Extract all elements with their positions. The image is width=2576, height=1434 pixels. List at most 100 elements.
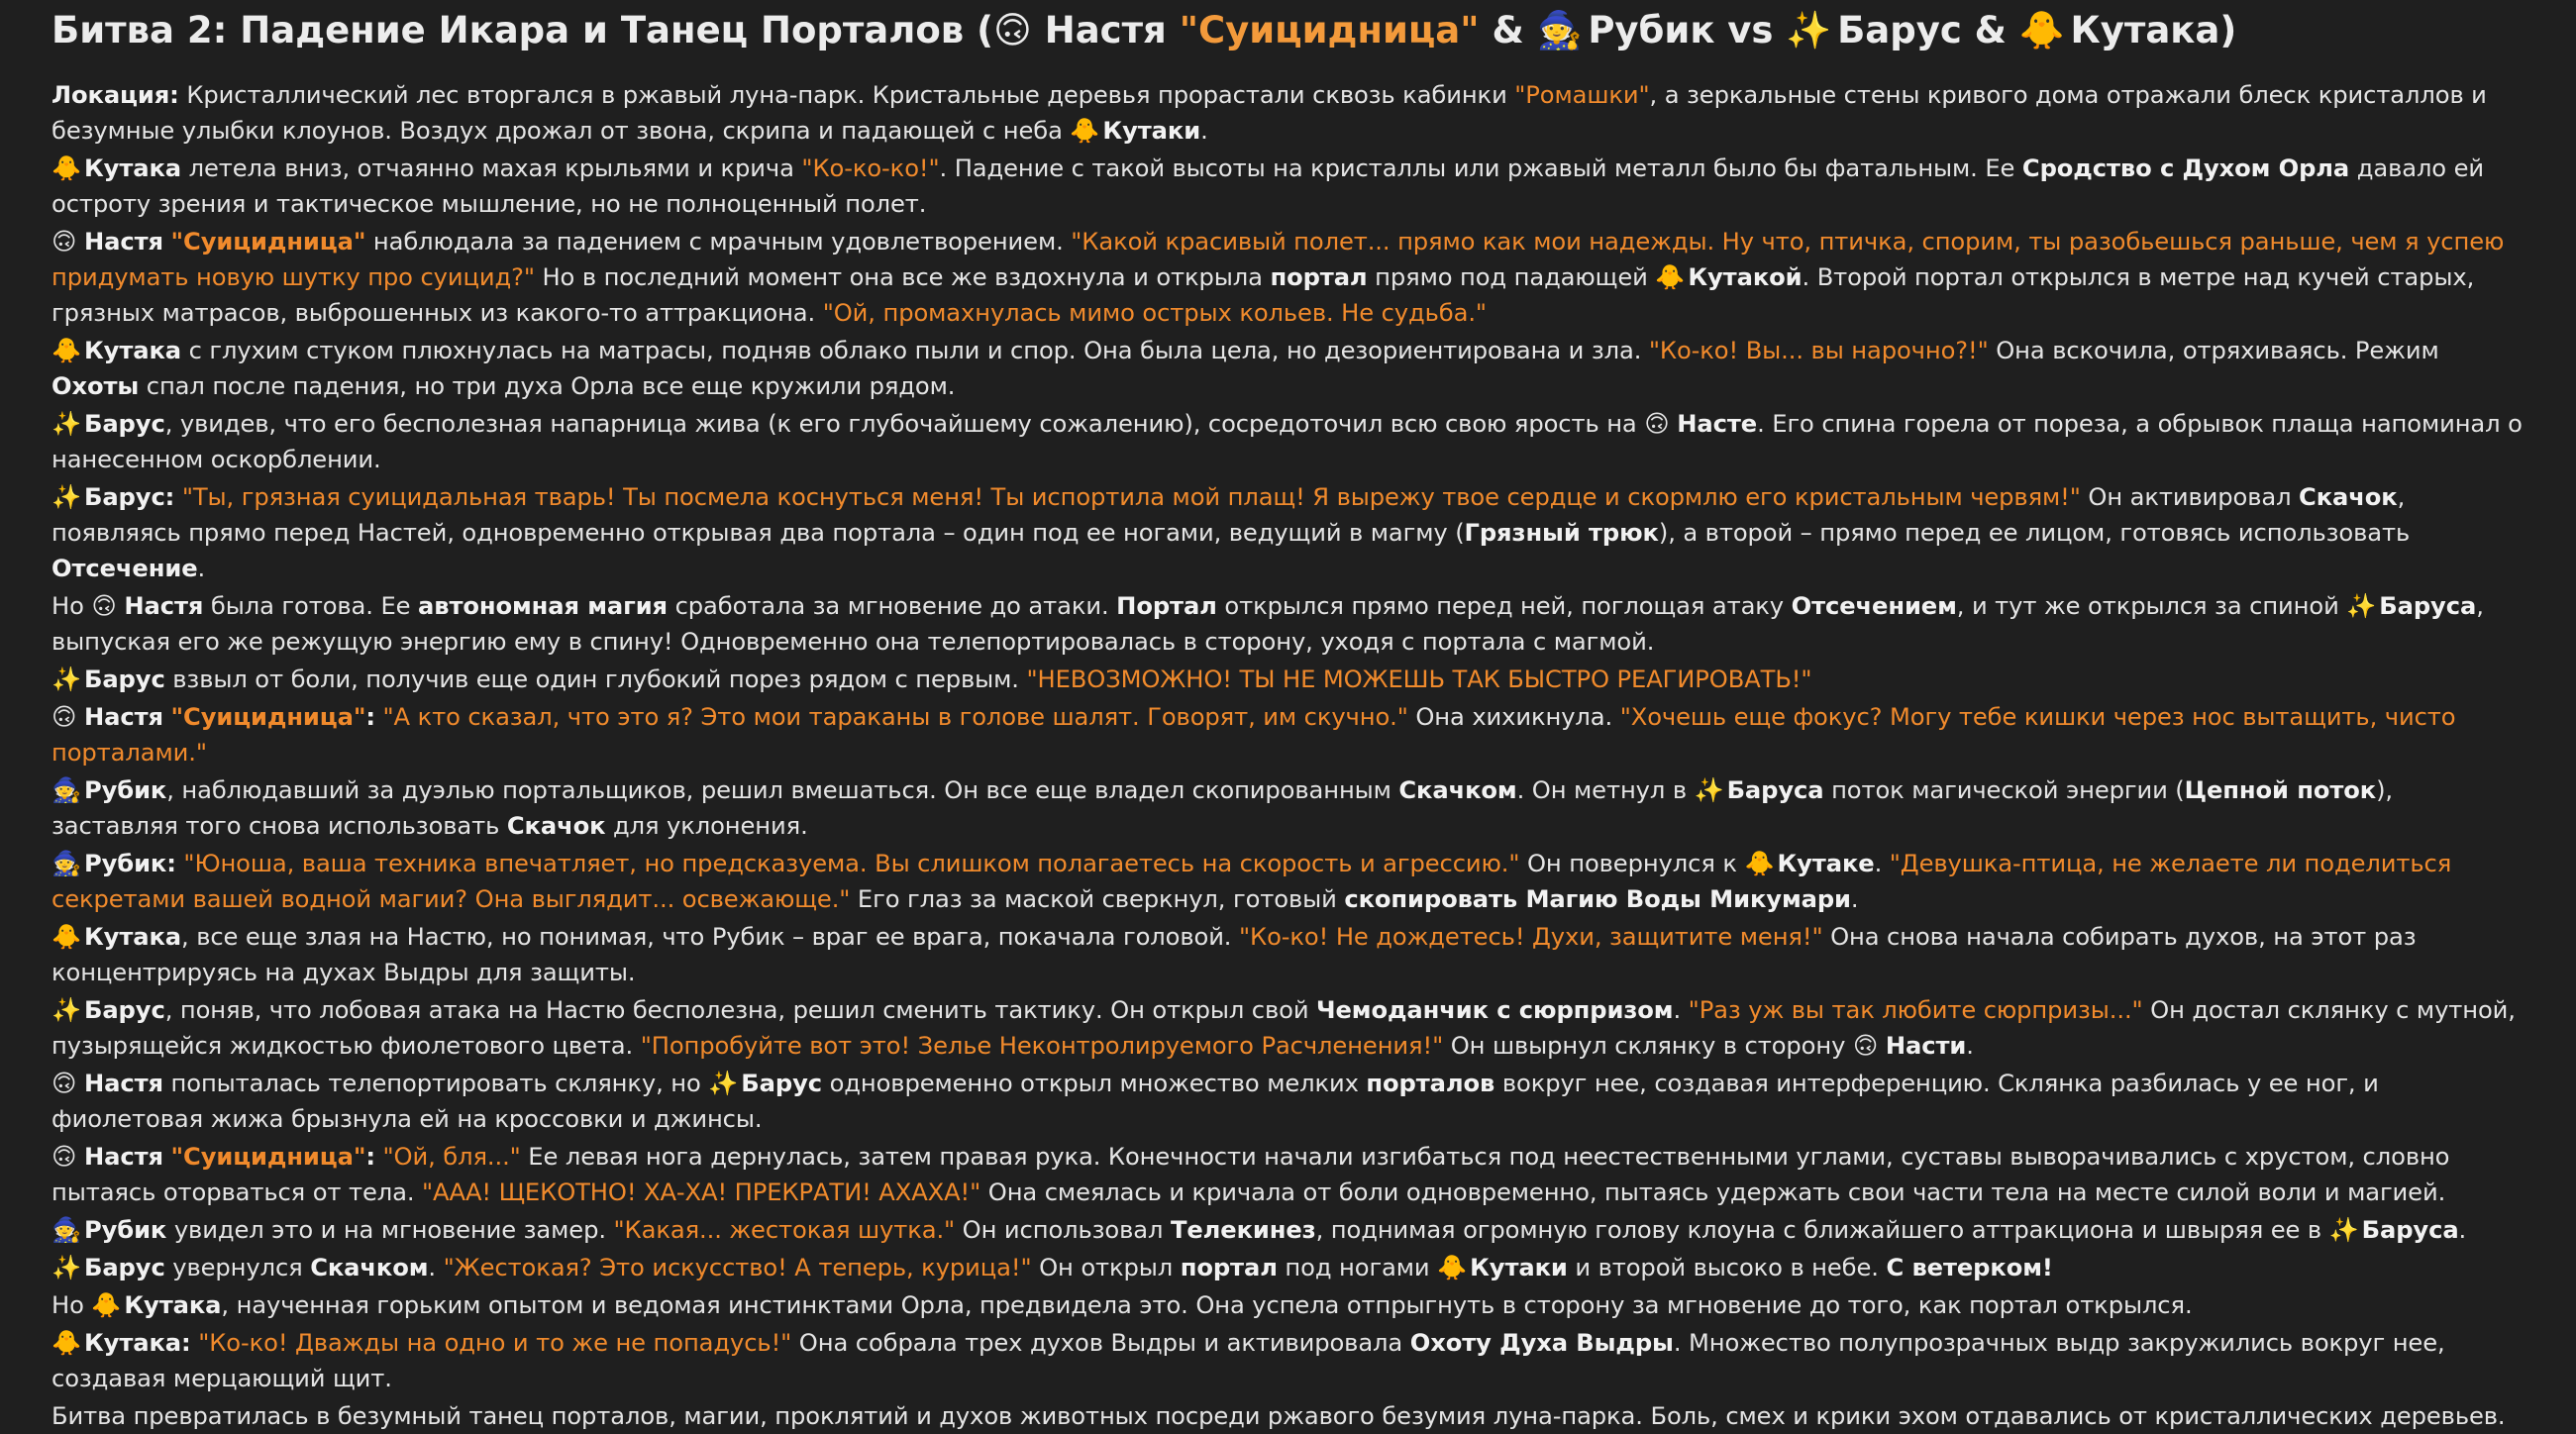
text-run: ), а второй – прямо перед ее лицом, гото…: [1658, 519, 2411, 547]
bold-term: С ветерком!: [1886, 1254, 2053, 1281]
bold-term: Барус: [741, 1070, 822, 1097]
dialogue-quote: "Ко-ко! Дважды на одно и то же не попаду…: [198, 1329, 792, 1357]
text-run: , увидев, что его бесполезная напарница …: [164, 410, 1645, 438]
text-run: летела вниз, отчаянно махая крыльями и к…: [181, 154, 802, 182]
sparkles-icon: ✨: [52, 410, 82, 438]
text-run: .: [1673, 996, 1689, 1024]
text-run: Барус &: [1824, 9, 2019, 51]
dialogue-quote: "Юноша, ваша техника впечатляет, но пред…: [183, 850, 1520, 877]
text-run: Но: [52, 1291, 92, 1319]
text-run: [76, 703, 84, 731]
text-run: , поднимая огромную голову клоуна с ближ…: [1315, 1216, 2329, 1244]
dialogue-quote: "Ой, промахнулась мимо острых кольев. Не…: [822, 299, 1487, 327]
bold-term: Барус: [84, 1254, 165, 1281]
bold-term: Насте: [1677, 410, 1758, 438]
chick-icon: 🐥: [52, 337, 82, 364]
text-run: .: [1874, 850, 1890, 877]
text-run: [76, 1070, 84, 1097]
bold-term: Кутака: [84, 337, 182, 364]
text-run: Он активировал: [2080, 483, 2300, 511]
text-run: увидел это и на мгновение замер.: [166, 1216, 614, 1244]
text-run: Она хихикнула.: [1407, 703, 1620, 731]
sparkles-icon: ✨: [52, 483, 82, 511]
bold-term: Отсечение: [52, 555, 198, 582]
bold-term: Настя: [84, 703, 163, 731]
sparkles-icon: ✨: [2346, 592, 2377, 620]
paragraph: 🧙 Рубик: "Юноша, ваша техника впечатляет…: [52, 846, 2524, 917]
text-run: , наблюдавший за дуэлью портальщиков, ре…: [166, 776, 1399, 804]
chick-icon: 🐥: [1437, 1254, 1468, 1281]
chick-icon: 🐥: [1744, 850, 1775, 877]
bold-term: Настя: [84, 1143, 163, 1171]
dialogue-quote: "Какая... жестокая шутка.": [613, 1216, 956, 1244]
text-run: , поняв, что лобовая атака на Настю бесп…: [164, 996, 1317, 1024]
text-run: [76, 1254, 84, 1281]
text-run: [76, 483, 84, 511]
text-run: [76, 1329, 84, 1357]
bold-term: Кутаки: [1102, 117, 1201, 145]
dialogue-quote: "ААА! ЩЕКОТНО! ХА-ХА! ПРЕКРАТИ! АХАХА!": [422, 1178, 981, 1206]
bold-term: Кутака: [84, 923, 182, 951]
bold-term: Сродство с Духом Орла: [2021, 154, 2350, 182]
text-run: [76, 1143, 84, 1171]
bold-term: Скачок: [506, 812, 606, 840]
chick-icon: 🐥: [52, 923, 82, 951]
paragraph: 🙃 Настя "Суицидница": "Ой, бля..." Ее ле…: [52, 1139, 2524, 1210]
mage-icon: 🧙: [1536, 9, 1583, 51]
bold-term: Барус: [84, 666, 165, 693]
text-run: , все еще злая на Настю, но понимая, что…: [181, 923, 1239, 951]
text-run: поток магической энергии (: [1823, 776, 2185, 804]
text-run: одновременно открыл множество мелких: [821, 1070, 1367, 1097]
text-run: [76, 776, 84, 804]
mage-icon: 🧙: [52, 776, 82, 804]
paragraph: 🐥 Кутака: "Ко-ко! Дважды на одно и то же…: [52, 1325, 2524, 1396]
dialogue-quote: "Ко-ко-ко!": [801, 154, 940, 182]
document: Битва 2: Падение Икара и Танец Порталов …: [0, 0, 2576, 1434]
text-run: [76, 996, 84, 1024]
text-run: Настя: [1031, 9, 1180, 51]
paragraph: ✨ Барус, поняв, что лобовая атака на Нас…: [52, 992, 2524, 1064]
text-run: Кристаллический лес вторгался в ржавый л…: [178, 81, 1515, 109]
bold-term: скопировать Магию Воды Микумари: [1344, 885, 1851, 913]
upside-down-face-icon: 🙃: [1853, 1032, 1879, 1060]
bold-term: Чемоданчик с сюрпризом: [1316, 996, 1674, 1024]
paragraph: 🧙 Рубик, наблюдавший за дуэлью портальщи…: [52, 772, 2524, 844]
text-run: и второй высоко в небе.: [1567, 1254, 1887, 1281]
text-run: [163, 228, 171, 256]
text-run: [163, 703, 171, 731]
text-run: Он использовал: [955, 1216, 1171, 1244]
upside-down-face-icon: 🙃: [91, 592, 117, 620]
bold-term: Насти: [1885, 1032, 1967, 1060]
bold-term: Рубик:: [84, 850, 176, 877]
paragraph: 🙃 Настя попыталась телепортировать склян…: [52, 1066, 2524, 1137]
bold-term: Настя: [84, 1070, 163, 1097]
upside-down-face-icon: 🙃: [993, 9, 1032, 51]
sparkles-icon: ✨: [52, 666, 82, 693]
bold-term: Охоту Духа Выдры: [1409, 1329, 1674, 1357]
bold-term: Кутака: [124, 1291, 222, 1319]
text-run: Но в последний момент она все же вздохну…: [534, 263, 1271, 291]
chick-icon: 🐥: [1070, 117, 1100, 145]
text-run: [76, 1216, 84, 1244]
sparkles-icon: ✨: [1786, 9, 1832, 51]
text-run: [76, 337, 84, 364]
upside-down-face-icon: 🙃: [1644, 410, 1670, 438]
paragraph: 🧙 Рубик увидел это и на мгновение замер.…: [52, 1212, 2524, 1248]
paragraph: ✨ Барус: "Ты, грязная суицидальная тварь…: [52, 479, 2524, 586]
text-run: попыталась телепортировать склянку, но: [162, 1070, 709, 1097]
text-run: [76, 154, 84, 182]
sparkles-icon: ✨: [52, 1254, 82, 1281]
sparkles-icon: ✨: [1694, 776, 1724, 804]
bold-term: Рубик: [84, 1216, 167, 1244]
bold-term: портал: [1180, 1254, 1278, 1281]
text-run: открылся прямо перед ней, поглощая атаку: [1216, 592, 1792, 620]
chick-icon: 🐥: [2018, 9, 2065, 51]
sparkles-icon: ✨: [708, 1070, 739, 1097]
bold-term: Скачком: [1398, 776, 1517, 804]
text-run: [375, 703, 383, 731]
dialogue-quote: "Жестокая? Это искусство! А теперь, кури…: [443, 1254, 1032, 1281]
text-run: .: [197, 555, 206, 582]
upside-down-face-icon: 🙃: [52, 1143, 77, 1171]
text-run: была готова. Ее: [203, 592, 419, 620]
bold-term: Барус: [84, 996, 165, 1024]
